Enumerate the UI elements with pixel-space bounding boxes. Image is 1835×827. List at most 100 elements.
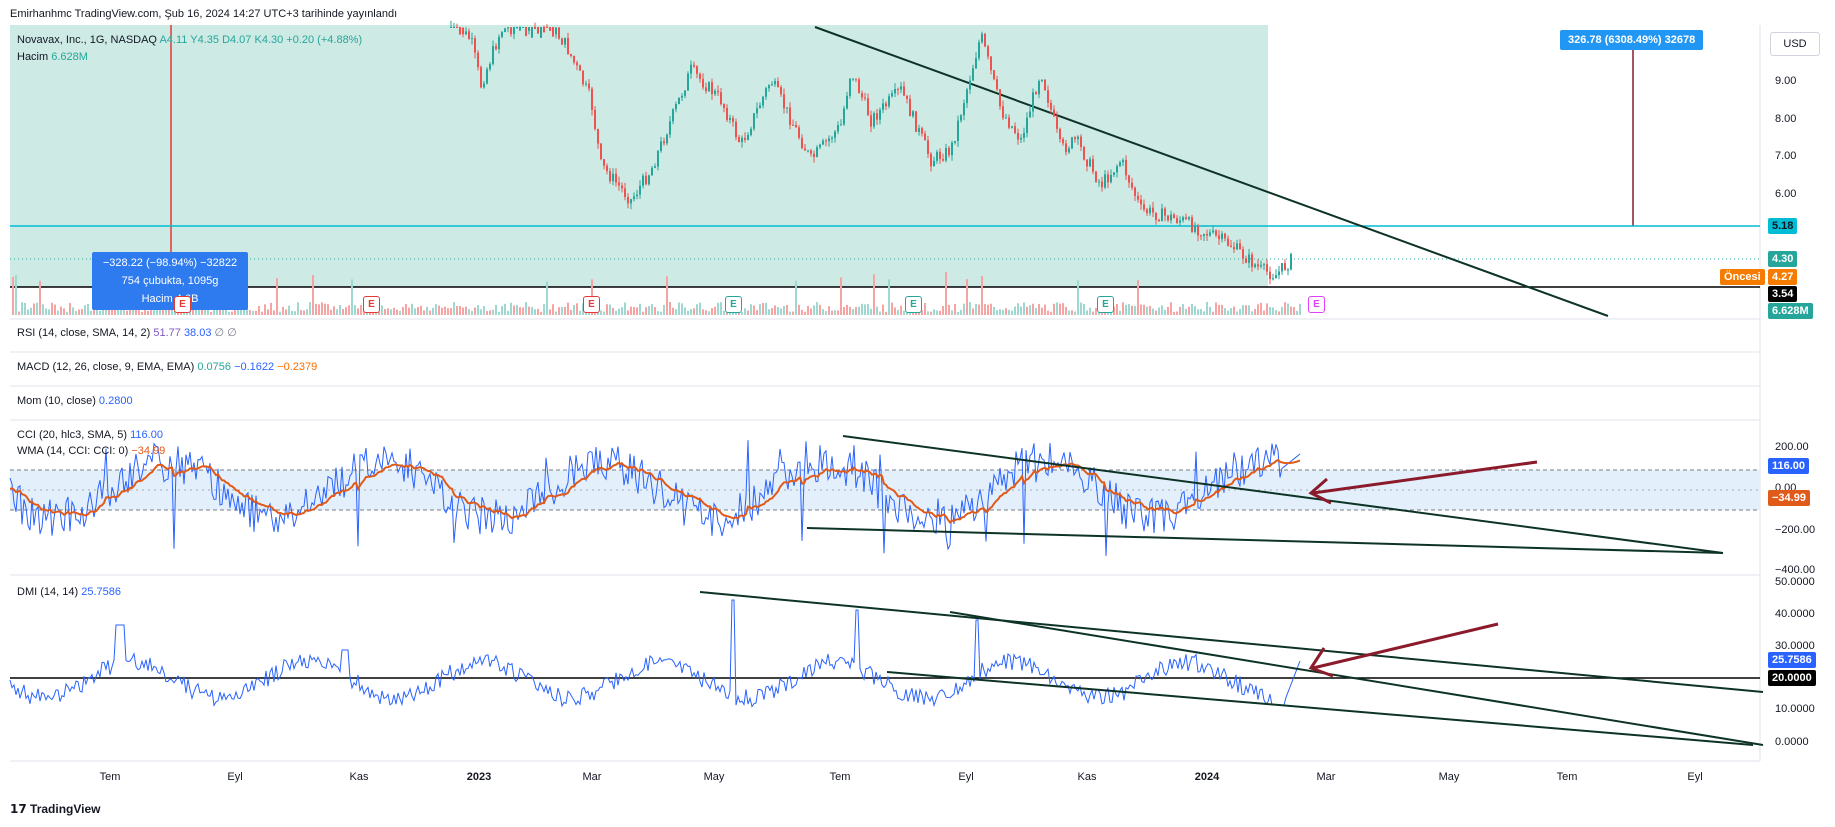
candle-body <box>600 143 602 160</box>
volume-bar <box>564 306 566 315</box>
volume-bar <box>357 308 359 315</box>
candle-body <box>738 137 740 143</box>
cci-label: CCI (20, hlc3, SMA, 5) <box>17 429 128 441</box>
volume-bar <box>948 304 950 315</box>
volume-bar <box>1185 308 1187 315</box>
candle-body <box>1053 109 1055 117</box>
volume-bar <box>1179 306 1181 315</box>
candle-body <box>756 108 758 114</box>
volume-bar <box>501 306 503 315</box>
candle-body <box>570 54 572 56</box>
volume-bar <box>1212 311 1214 315</box>
candle-body <box>1119 162 1121 167</box>
volume-bar <box>1275 310 1277 315</box>
volume-bar <box>609 304 611 315</box>
candle-body <box>948 147 950 156</box>
candle-body <box>1110 174 1112 183</box>
volume-bar <box>1266 303 1268 315</box>
volume-bar <box>48 309 50 315</box>
volume-bar <box>1239 309 1241 315</box>
earnings-marker[interactable]: E <box>905 296 922 313</box>
earnings-marker[interactable]: E <box>725 296 742 313</box>
volume-bar <box>75 310 77 315</box>
cci-axis-label: −400.00 <box>1775 564 1816 576</box>
earnings-marker[interactable]: E <box>363 296 380 313</box>
chart-canvas[interactable] <box>0 0 1835 827</box>
candle-body <box>639 185 641 195</box>
candle-body <box>906 95 908 99</box>
candle-body <box>720 92 722 105</box>
volume-bar <box>1023 302 1025 315</box>
candle-body <box>849 78 851 96</box>
candle-body <box>864 97 866 99</box>
cci-band <box>10 470 1760 510</box>
earnings-marker[interactable]: E <box>174 296 191 313</box>
volume-bar <box>285 309 287 315</box>
candle-body <box>1071 137 1073 149</box>
volume-bar <box>1131 305 1133 315</box>
volume-bar <box>615 310 617 315</box>
candle-body <box>573 55 575 63</box>
candle-body <box>1035 92 1037 95</box>
volume-bar <box>570 310 572 315</box>
candle-body <box>609 171 611 182</box>
candle-body <box>627 197 629 204</box>
volume-bar <box>1056 302 1058 315</box>
volume-bar <box>831 310 833 315</box>
candle-body <box>1281 263 1283 272</box>
volume-bar <box>249 310 251 315</box>
volume-bar <box>699 302 701 315</box>
time-axis-label: 2023 <box>466 771 492 783</box>
dmi-arrow <box>1312 622 1499 670</box>
volume-bar <box>822 309 824 315</box>
candle-body <box>858 79 860 94</box>
earnings-marker-upcoming[interactable]: E <box>1308 296 1325 313</box>
currency-button[interactable]: USD <box>1770 32 1820 56</box>
volume-bar <box>255 310 257 315</box>
volume-bar <box>273 310 275 315</box>
tradingview-logo[interactable]: 𝟭𝟳 TradingView <box>10 802 101 816</box>
volume-bar <box>975 304 977 315</box>
volume-bar <box>33 303 35 315</box>
candle-body <box>837 125 839 132</box>
volume-bar <box>864 304 866 315</box>
volume-price-tag: 6.628M <box>1768 303 1813 319</box>
candle-body <box>531 27 533 38</box>
earnings-marker[interactable]: E <box>1097 296 1114 313</box>
volume-bar <box>690 309 692 315</box>
candle-body <box>972 68 974 81</box>
volume-bar <box>876 306 878 315</box>
candle-body <box>795 124 797 128</box>
volume-bar <box>633 307 635 315</box>
candle-body <box>984 33 986 47</box>
candle-body <box>735 121 737 138</box>
candle-body <box>1137 195 1139 200</box>
candle-body <box>1143 204 1145 210</box>
candle-body <box>528 27 530 32</box>
volume-bar <box>606 304 608 315</box>
candle-body <box>957 120 959 141</box>
volume-bar <box>411 303 413 315</box>
volume-bar <box>1227 310 1229 315</box>
volume-bar <box>1083 303 1085 315</box>
macd-signal-value: −0.2379 <box>277 361 318 373</box>
candle-body <box>549 27 551 31</box>
macd-label: MACD (12, 26, close, 9, EMA, EMA) <box>17 361 195 373</box>
candle-body <box>1176 218 1178 223</box>
price-axis-label: 6.00 <box>1775 188 1797 200</box>
volume-bar <box>429 310 431 315</box>
dmi-line-tag: 20.0000 <box>1768 670 1816 686</box>
volume-bar <box>1209 306 1211 315</box>
brand-text: TradingView <box>30 802 101 816</box>
volume-bar <box>942 305 944 315</box>
volume-bar <box>69 302 71 315</box>
earnings-marker[interactable]: E <box>583 296 600 313</box>
volume-label: Hacim <box>17 51 49 63</box>
candle-body <box>693 64 695 67</box>
candle-body <box>1098 181 1100 183</box>
candle-body <box>1224 233 1226 239</box>
volume-bar <box>603 311 605 315</box>
candle-body <box>1239 243 1241 250</box>
volume-bar <box>642 311 644 315</box>
volume-bar <box>1068 310 1070 315</box>
